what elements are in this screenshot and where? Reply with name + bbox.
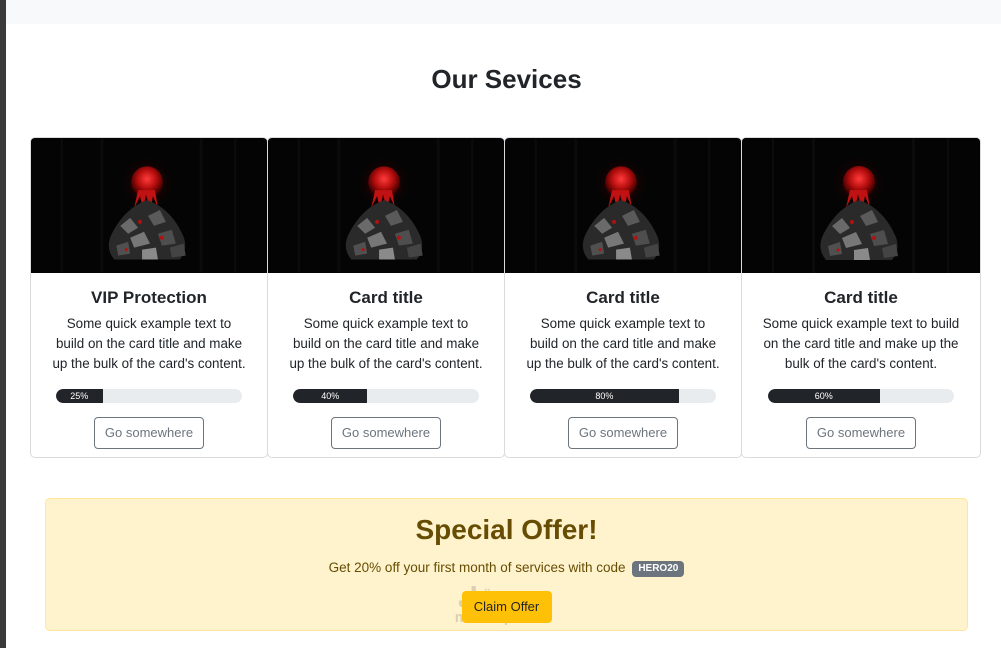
service-card: Card title Some quick example text to bu… [741,137,981,458]
offer-text: Get 20% off your first month of services… [46,558,967,578]
go-somewhere-button[interactable]: Go somewhere [568,417,678,449]
card-body: VIP Protection Some quick example text t… [31,273,267,449]
card-text: Some quick example text to build on the … [289,316,483,371]
card-body: Card title Some quick example text to bu… [268,273,504,449]
card-image [31,138,267,273]
service-card: VIP Protection Some quick example text t… [30,137,268,458]
card-image [742,138,980,273]
card-title: Card title [586,288,660,307]
card-title: Card title [349,288,423,307]
section-title: Our Sevices [431,64,582,94]
special-offer-alert: Special Offer! Get 20% off your first mo… [45,498,968,631]
offer-description: Get 20% off your first month of services… [328,560,626,575]
window-left-edge [0,0,6,648]
go-somewhere-button[interactable]: Go somewhere [806,417,916,449]
card-body: Card title Some quick example text to bu… [742,273,980,449]
card-text: Some quick example text to build on the … [52,316,246,371]
progress-track: 60% [768,389,954,403]
progress-track: 80% [530,389,716,403]
promo-code-badge: HERO20 [632,561,685,577]
service-card: Card title Some quick example text to bu… [504,137,742,458]
services-cards: VIP Protection Some quick example text t… [30,137,983,458]
progress-track: 25% [56,389,242,403]
go-somewhere-button[interactable]: Go somewhere [331,417,441,449]
navbar-strip [6,0,1001,24]
card-image [268,138,504,273]
card-body: Card title Some quick example text to bu… [505,273,741,449]
offer-title: Special Offer! [415,514,598,545]
progress-track: 40% [293,389,479,403]
card-title: VIP Protection [91,288,207,307]
claim-offer-button[interactable]: Claim Offer [461,591,552,623]
progress-bar: 60% [768,389,880,403]
progress-bar: 80% [530,389,679,403]
go-somewhere-button[interactable]: Go somewhere [94,417,204,449]
service-card: Card title Some quick example text to bu… [267,137,505,458]
progress-bar: 40% [293,389,368,403]
progress-bar: 25% [56,389,103,403]
card-text: Some quick example text to build on the … [762,316,960,371]
card-title: Card title [824,288,898,307]
card-image [505,138,741,273]
card-text: Some quick example text to build on the … [526,316,720,371]
